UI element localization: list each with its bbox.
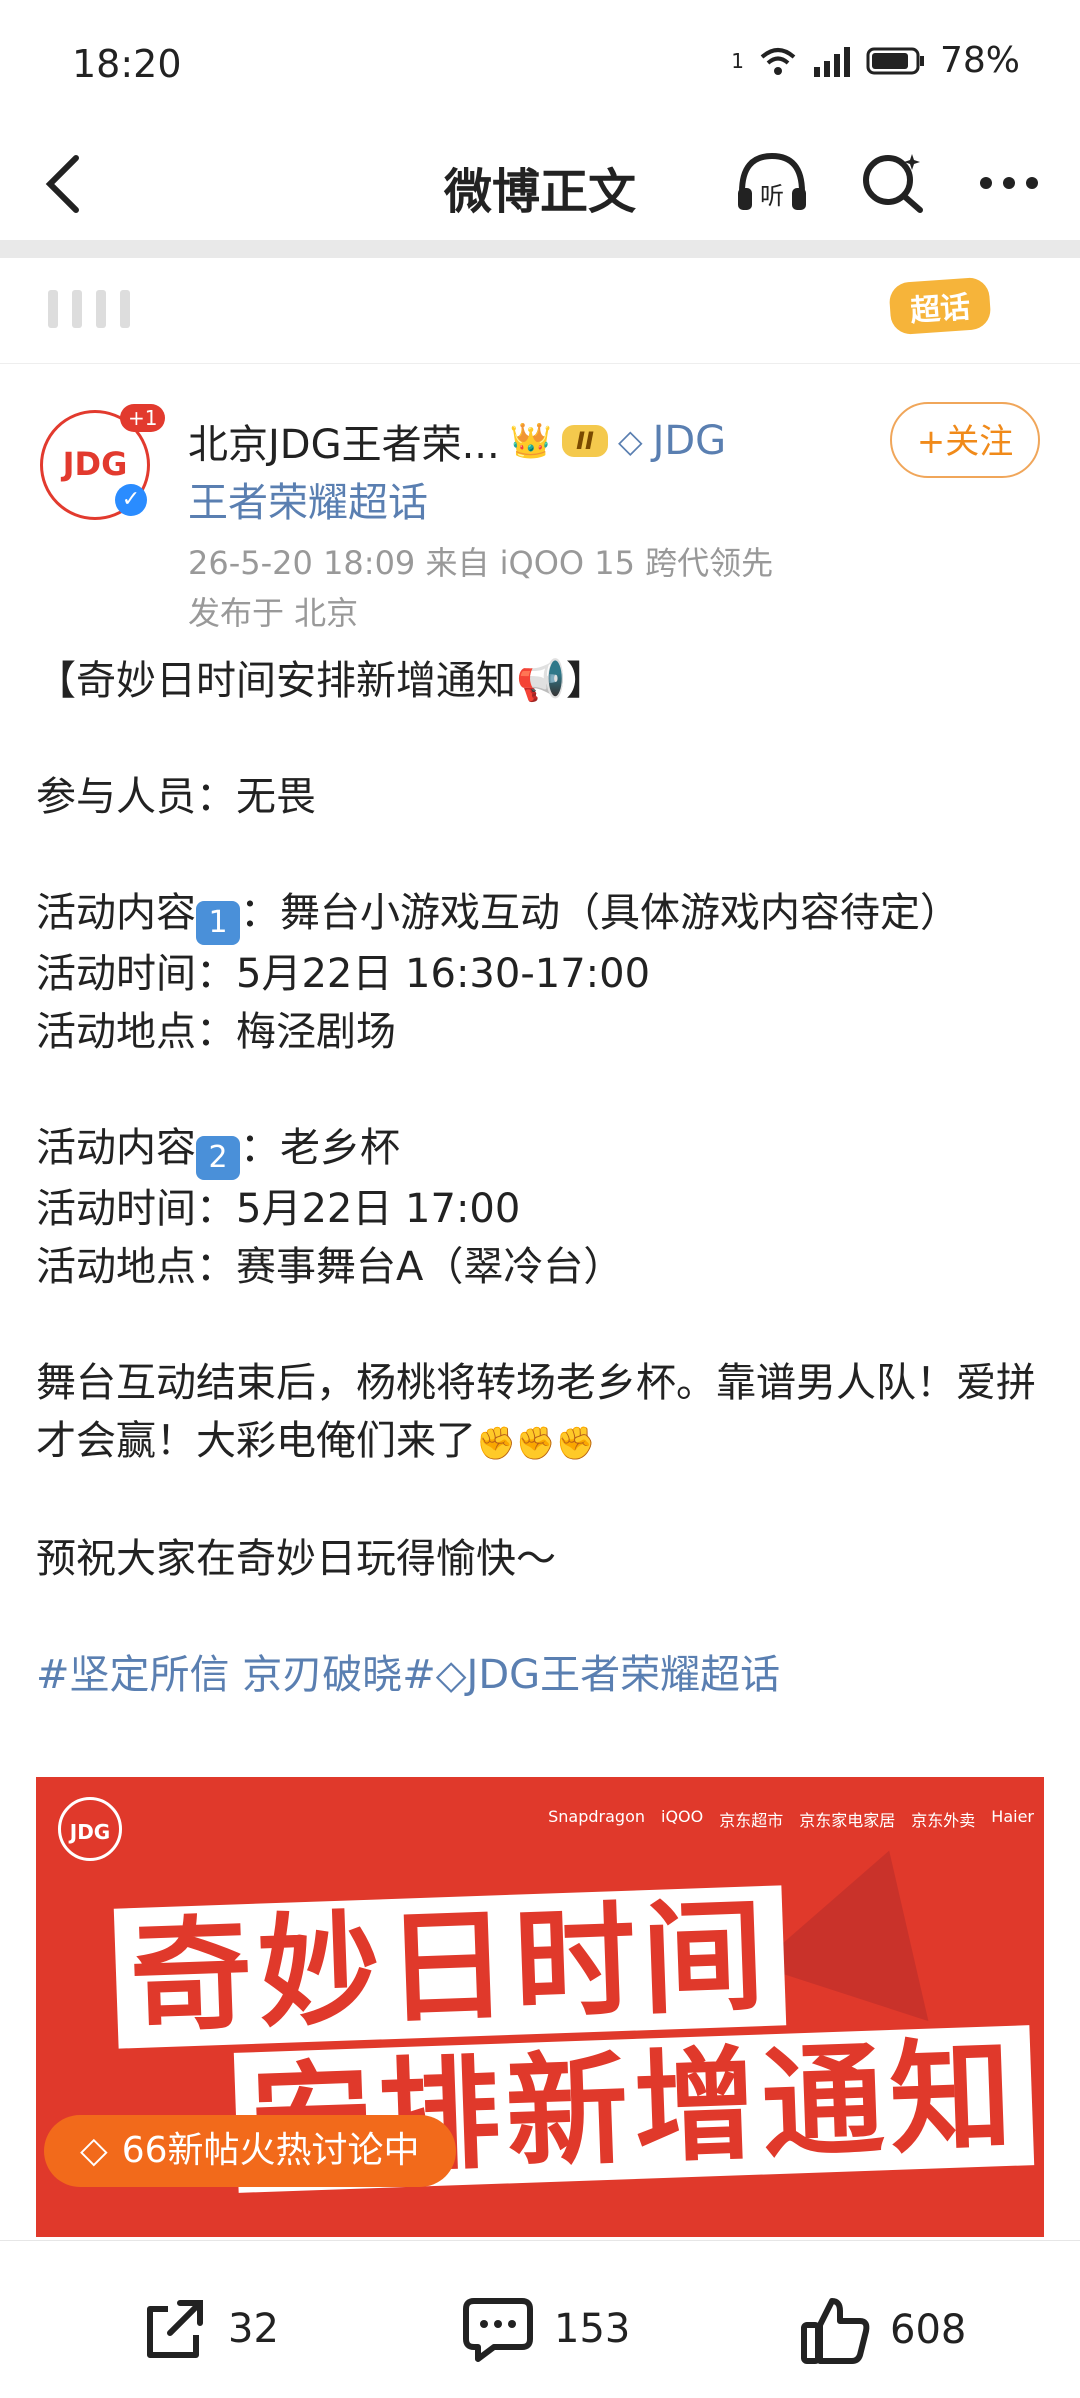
sponsor: 京东外卖 [911, 1811, 976, 1830]
like-count: 608 [890, 2307, 967, 2353]
search-icon[interactable] [858, 148, 928, 218]
sponsor: iQOO [661, 1807, 704, 1826]
hashtag-link[interactable]: #坚定所信 京刃破晓# [36, 1652, 436, 1698]
svg-text:听: 听 [760, 182, 784, 210]
wish-text: 预祝大家在奇妙日玩得愉快～ [36, 1536, 556, 1582]
post-title: 【奇妙日时间安排新增通知 [36, 658, 516, 704]
status-time: 18:20 [72, 42, 182, 86]
sponsor: Snapdragon [548, 1807, 646, 1826]
sponsor: Haier [991, 1807, 1034, 1826]
author-topic-line[interactable]: 王者荣耀超话 [188, 470, 428, 528]
share-count: 32 [228, 2306, 279, 2352]
comment-count: 153 [554, 2306, 631, 2352]
more-icon[interactable] [974, 148, 1044, 218]
diamond-icon: ◇ [617, 422, 643, 460]
comment-button[interactable]: 153 [460, 2293, 630, 2365]
activity2-time: 活动时间：5月22日 17:00 [36, 1186, 521, 1232]
author-name-row[interactable]: 北京JDG王者荣... 👑 II ◇ JDG [188, 412, 726, 470]
thumbs-up-icon [801, 2298, 870, 2364]
comment-icon [463, 2298, 533, 2362]
post-title-line: 【奇妙日时间安排新增通知📢】 [36, 658, 606, 704]
topic-label[interactable]: JDG [653, 418, 727, 464]
status-bar: 18:20 1 78% [0, 0, 1080, 130]
nav-actions: 听 [732, 148, 1044, 218]
keycap-1-icon: 1 [196, 901, 240, 945]
hot-discussion-label: 66新帖火热讨论中 [121, 2130, 420, 2171]
super-topic-badge[interactable]: 超话 [888, 276, 992, 336]
diamond-icon: ◇ [435, 1652, 467, 1698]
share-button[interactable]: 32 [138, 2293, 279, 2365]
sponsor-logos: Snapdragon iQOO 京东超市 京东家电家居 京东外卖 Haier [548, 1807, 1034, 1831]
super-topic-placeholder [48, 290, 130, 328]
plus-badge: +1 [120, 404, 166, 432]
rank-badge: II [562, 425, 608, 457]
verified-icon: ✓ [115, 484, 147, 516]
top-nav: 微博正文 听 [0, 130, 1080, 240]
status-icons: 1 78% [731, 40, 1020, 81]
crown-icon: 👑 [509, 421, 553, 461]
hashtags[interactable]: #坚定所信 京刃破晓#◇JDG王者荣耀超话 [36, 1646, 1046, 1704]
activity2-place: 活动地点：赛事舞台A（翠冷台） [36, 1244, 624, 1290]
bottom-action-bar: 32 153 608 [0, 2240, 1080, 2398]
listen-icon[interactable]: 听 [732, 148, 812, 218]
megaphone-icon: 📢 [516, 658, 566, 704]
battery-icon [866, 47, 924, 74]
avatar-logo-text: JDG [62, 445, 128, 483]
fist-icon: ✊✊✊ [476, 1424, 596, 1462]
activity1-place: 活动地点：梅泾剧场 [36, 1009, 396, 1055]
author-name[interactable]: 北京JDG王者荣... [188, 412, 500, 470]
activity1-content: 活动内容 1 ：舞台小游戏互动（具体游戏内容待定） [36, 884, 1046, 945]
battery-percent: 78% [939, 40, 1020, 81]
wifi-icon [760, 47, 796, 75]
share-icon [147, 2300, 203, 2358]
flag-graphic [757, 1822, 975, 2022]
hot-discussion-pill[interactable]: ◇ 66新帖火热讨论中 [44, 2115, 456, 2187]
super-topic-link[interactable]: JDG王者荣耀超话 [467, 1652, 781, 1698]
post-meta: 26-5-20 18:09 来自 iQOO 15 跨代领先 [188, 544, 774, 582]
signal-icon [813, 46, 850, 77]
divider [0, 240, 1080, 258]
sim-label: 1 [731, 48, 744, 73]
poster-logo: JDG [58, 1797, 122, 1861]
poster-title-line1: 奇妙日时间 [113, 1885, 787, 2049]
activity2-content: 活动内容 2 ：老乡杯 [36, 1119, 1046, 1180]
post-location: 发布于 北京 [188, 594, 359, 632]
participants: 参与人员：无畏 [36, 774, 316, 820]
diamond-icon: ◇ [80, 2130, 108, 2171]
like-button[interactable]: 608 [798, 2293, 966, 2367]
activity1-time: 活动时间：5月22日 16:30-17:00 [36, 951, 651, 997]
closing-text: 舞台互动结束后，杨桃将转场老乡杯。靠谱男人队！爱拼才会赢！大彩电俺们来了✊✊✊ [36, 1360, 1036, 1464]
follow-button[interactable]: +关注 [890, 402, 1040, 478]
sponsor: 京东超市 [719, 1811, 784, 1830]
post-content: 【奇妙日时间安排新增通知📢】 参与人员：无畏 活动内容 1 ：舞台小游戏互动（具体游… [36, 652, 1046, 1704]
keycap-2-icon: 2 [196, 1136, 240, 1180]
